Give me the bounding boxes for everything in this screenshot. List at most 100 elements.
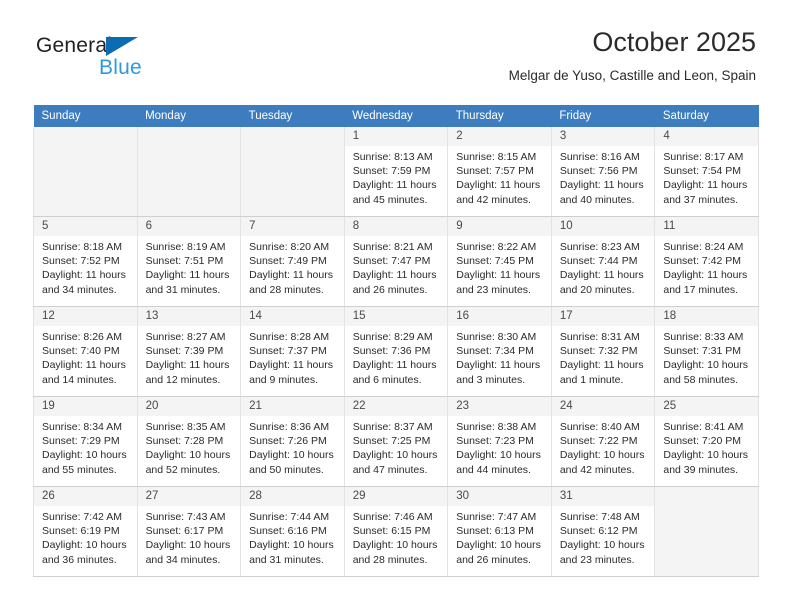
calendar-day-cell[interactable]: 12 Sunrise: 8:26 AM Sunset: 7:40 PM Dayl… bbox=[33, 306, 138, 397]
calendar-day-cell[interactable]: 23 Sunrise: 8:38 AM Sunset: 7:23 PM Dayl… bbox=[447, 396, 552, 487]
day-number: 19 bbox=[34, 397, 137, 416]
day-number: 18 bbox=[655, 307, 758, 326]
calendar-cell-empty bbox=[33, 127, 138, 217]
day-details: Sunrise: 8:16 AM Sunset: 7:56 PM Dayligh… bbox=[552, 146, 655, 207]
calendar-day-cell[interactable]: 4 Sunrise: 8:17 AM Sunset: 7:54 PM Dayli… bbox=[654, 127, 759, 217]
sunrise-text: Sunrise: 8:31 AM bbox=[559, 331, 640, 343]
calendar-day-cell[interactable]: 2 Sunrise: 8:15 AM Sunset: 7:57 PM Dayli… bbox=[447, 127, 552, 217]
daylight-text-line2: and 36 minutes. bbox=[42, 553, 117, 566]
day-details: Sunrise: 8:35 AM Sunset: 7:28 PM Dayligh… bbox=[138, 416, 241, 477]
daylight-text-line2: and 34 minutes. bbox=[145, 553, 221, 566]
calendar-cell-empty bbox=[654, 486, 759, 577]
sunrise-text: Sunrise: 7:44 AM bbox=[249, 511, 330, 523]
calendar-day-cell[interactable]: 29 Sunrise: 7:46 AM Sunset: 6:15 PM Dayl… bbox=[343, 486, 449, 577]
day-details: Sunrise: 8:21 AM Sunset: 7:47 PM Dayligh… bbox=[345, 236, 448, 297]
day-number: 1 bbox=[344, 127, 448, 146]
daylight-text-line2: and 50 minutes. bbox=[249, 463, 324, 476]
sunrise-text: Sunrise: 8:27 AM bbox=[145, 331, 226, 343]
calendar-day-cell[interactable]: 28 Sunrise: 7:44 AM Sunset: 6:16 PM Dayl… bbox=[240, 486, 345, 577]
calendar-day-cell[interactable]: 17 Sunrise: 8:31 AM Sunset: 7:32 PM Dayl… bbox=[550, 306, 656, 397]
calendar-day-cell[interactable]: 26 Sunrise: 7:42 AM Sunset: 6:19 PM Dayl… bbox=[33, 486, 138, 577]
sunrise-text: Sunrise: 7:48 AM bbox=[559, 511, 640, 523]
calendar-day-cell[interactable]: 1 Sunrise: 8:13 AM Sunset: 7:59 PM Dayli… bbox=[343, 127, 449, 217]
daylight-text-line1: Daylight: 11 hours bbox=[145, 359, 230, 372]
daylight-text-line2: and 42 minutes. bbox=[456, 193, 531, 206]
daylight-text-line1: Daylight: 10 hours bbox=[352, 539, 438, 552]
calendar-day-cell[interactable]: 22 Sunrise: 8:37 AM Sunset: 7:25 PM Dayl… bbox=[343, 396, 449, 487]
sunset-text: Sunset: 6:19 PM bbox=[42, 525, 120, 538]
day-number: 10 bbox=[551, 217, 655, 236]
sunset-text: Sunset: 7:22 PM bbox=[559, 435, 638, 448]
day-details: Sunrise: 7:44 AM Sunset: 6:16 PM Dayligh… bbox=[241, 506, 344, 567]
day-number: 8 bbox=[344, 217, 448, 236]
general-blue-logo[interactable]: General Blue bbox=[36, 34, 236, 86]
calendar-cell-empty bbox=[136, 127, 242, 217]
daylight-text-line1: Daylight: 10 hours bbox=[42, 449, 127, 462]
sunrise-text: Sunrise: 8:38 AM bbox=[456, 421, 537, 433]
sunset-text: Sunset: 7:36 PM bbox=[352, 345, 431, 358]
calendar-week-row: 26 Sunrise: 7:42 AM Sunset: 6:19 PM Dayl… bbox=[33, 486, 759, 577]
daylight-text-line2: and 55 minutes. bbox=[42, 463, 117, 476]
calendar-page: General Blue October 2025 Melgar de Yuso… bbox=[0, 0, 792, 612]
day-number: 21 bbox=[241, 397, 344, 416]
calendar-day-cell[interactable]: 14 Sunrise: 8:28 AM Sunset: 7:37 PM Dayl… bbox=[240, 306, 345, 397]
day-number: 15 bbox=[344, 307, 448, 326]
daylight-text-line1: Daylight: 11 hours bbox=[352, 269, 437, 282]
day-details: Sunrise: 8:17 AM Sunset: 7:54 PM Dayligh… bbox=[655, 146, 758, 207]
day-details: Sunrise: 7:43 AM Sunset: 6:17 PM Dayligh… bbox=[138, 506, 241, 567]
calendar-body: 1 Sunrise: 8:13 AM Sunset: 7:59 PM Dayli… bbox=[33, 127, 759, 577]
sunset-text: Sunset: 7:20 PM bbox=[663, 435, 742, 448]
calendar-day-cell[interactable]: 11 Sunrise: 8:24 AM Sunset: 7:42 PM Dayl… bbox=[654, 216, 759, 307]
calendar-day-cell[interactable]: 25 Sunrise: 8:41 AM Sunset: 7:20 PM Dayl… bbox=[654, 396, 759, 487]
calendar-day-cell[interactable]: 31 Sunrise: 7:48 AM Sunset: 6:12 PM Dayl… bbox=[550, 486, 656, 577]
day-details: Sunrise: 8:29 AM Sunset: 7:36 PM Dayligh… bbox=[345, 326, 448, 387]
sunset-text: Sunset: 7:47 PM bbox=[352, 255, 431, 268]
calendar-day-cell[interactable]: 8 Sunrise: 8:21 AM Sunset: 7:47 PM Dayli… bbox=[343, 216, 449, 307]
calendar-day-cell[interactable]: 5 Sunrise: 8:18 AM Sunset: 7:52 PM Dayli… bbox=[33, 216, 138, 307]
day-details: Sunrise: 8:18 AM Sunset: 7:52 PM Dayligh… bbox=[34, 236, 137, 297]
calendar-day-cell[interactable]: 20 Sunrise: 8:35 AM Sunset: 7:28 PM Dayl… bbox=[136, 396, 242, 487]
daylight-text-line1: Daylight: 10 hours bbox=[663, 449, 749, 462]
daylight-text-line1: Daylight: 11 hours bbox=[456, 269, 541, 282]
calendar-day-cell[interactable]: 30 Sunrise: 7:47 AM Sunset: 6:13 PM Dayl… bbox=[447, 486, 552, 577]
sunrise-text: Sunrise: 8:26 AM bbox=[42, 331, 122, 343]
day-number: 12 bbox=[34, 307, 137, 326]
calendar-day-cell[interactable]: 3 Sunrise: 8:16 AM Sunset: 7:56 PM Dayli… bbox=[550, 127, 656, 217]
day-details: Sunrise: 8:19 AM Sunset: 7:51 PM Dayligh… bbox=[138, 236, 241, 297]
weekday-header-thursday: Thursday bbox=[447, 105, 552, 127]
day-number: 27 bbox=[137, 487, 241, 506]
calendar-day-cell[interactable]: 19 Sunrise: 8:34 AM Sunset: 7:29 PM Dayl… bbox=[33, 396, 138, 487]
day-number: 20 bbox=[137, 397, 241, 416]
calendar-day-cell[interactable]: 6 Sunrise: 8:19 AM Sunset: 7:51 PM Dayli… bbox=[136, 216, 242, 307]
calendar-day-cell[interactable]: 21 Sunrise: 8:36 AM Sunset: 7:26 PM Dayl… bbox=[240, 396, 345, 487]
calendar-day-cell[interactable]: 18 Sunrise: 8:33 AM Sunset: 7:31 PM Dayl… bbox=[654, 306, 759, 397]
calendar-day-cell[interactable]: 27 Sunrise: 7:43 AM Sunset: 6:17 PM Dayl… bbox=[136, 486, 242, 577]
day-number: 24 bbox=[551, 397, 655, 416]
daylight-text-line1: Daylight: 11 hours bbox=[663, 269, 748, 282]
daylight-text-line1: Daylight: 10 hours bbox=[559, 539, 645, 552]
day-number: 25 bbox=[655, 397, 758, 416]
daylight-text-line1: Daylight: 11 hours bbox=[456, 359, 541, 372]
daylight-text-line2: and 28 minutes. bbox=[352, 553, 428, 566]
sunrise-text: Sunrise: 8:15 AM bbox=[456, 151, 537, 163]
sunset-text: Sunset: 7:25 PM bbox=[352, 435, 431, 448]
calendar-day-cell[interactable]: 16 Sunrise: 8:30 AM Sunset: 7:34 PM Dayl… bbox=[447, 306, 552, 397]
sunrise-text: Sunrise: 8:23 AM bbox=[559, 241, 640, 253]
day-number: 26 bbox=[34, 487, 137, 506]
calendar-day-cell[interactable]: 9 Sunrise: 8:22 AM Sunset: 7:45 PM Dayli… bbox=[447, 216, 552, 307]
daylight-text-line2: and 28 minutes. bbox=[249, 283, 324, 296]
sunset-text: Sunset: 7:31 PM bbox=[663, 345, 742, 358]
calendar-day-cell[interactable]: 13 Sunrise: 8:27 AM Sunset: 7:39 PM Dayl… bbox=[136, 306, 242, 397]
sunrise-text: Sunrise: 8:24 AM bbox=[663, 241, 744, 253]
sunrise-sunset-calendar: Sunday Monday Tuesday Wednesday Thursday… bbox=[33, 105, 759, 577]
calendar-day-cell[interactable]: 10 Sunrise: 8:23 AM Sunset: 7:44 PM Dayl… bbox=[550, 216, 656, 307]
calendar-day-cell[interactable]: 24 Sunrise: 8:40 AM Sunset: 7:22 PM Dayl… bbox=[550, 396, 656, 487]
daylight-text-line1: Daylight: 11 hours bbox=[352, 359, 437, 372]
calendar-day-cell[interactable]: 7 Sunrise: 8:20 AM Sunset: 7:49 PM Dayli… bbox=[240, 216, 345, 307]
weekday-header-monday: Monday bbox=[137, 105, 241, 127]
day-number: 14 bbox=[241, 307, 344, 326]
daylight-text-line2: and 44 minutes. bbox=[456, 463, 531, 476]
daylight-text-line2: and 23 minutes. bbox=[456, 283, 531, 296]
calendar-day-cell[interactable]: 15 Sunrise: 8:29 AM Sunset: 7:36 PM Dayl… bbox=[343, 306, 449, 397]
daylight-text-line1: Daylight: 10 hours bbox=[42, 539, 127, 552]
